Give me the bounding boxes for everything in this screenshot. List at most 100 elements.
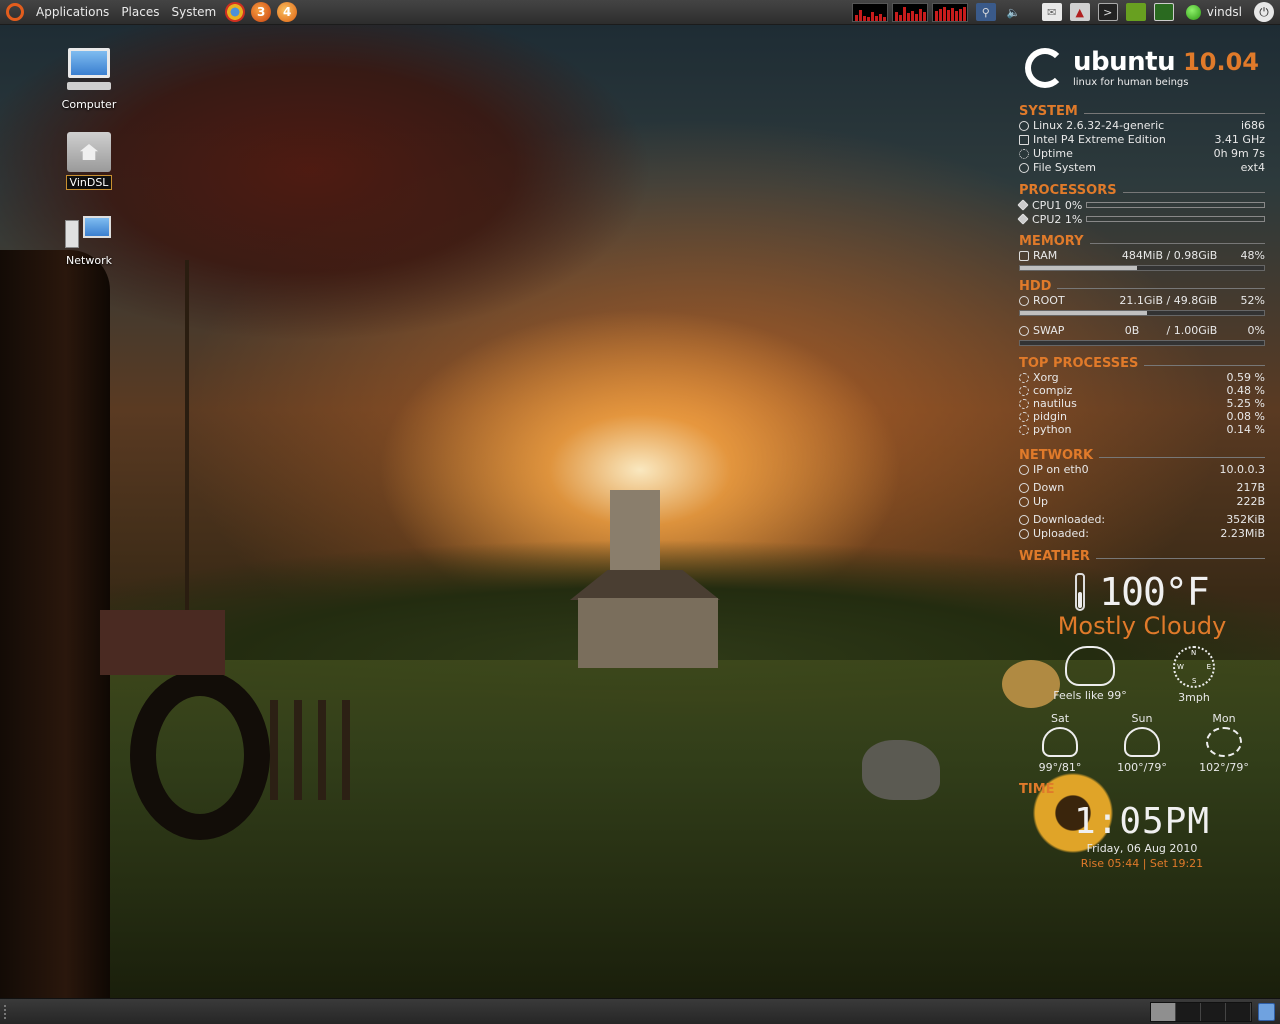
weather-now: Feels like 99° N E S W 3mph <box>1019 646 1265 704</box>
rain-cloud-icon <box>1124 727 1160 757</box>
rain-cloud-icon <box>1042 727 1078 757</box>
weather-condition: Mostly Cloudy <box>1057 612 1227 640</box>
network-row: Uploaded: 2.23MiB <box>1019 527 1265 541</box>
user-status-icon[interactable] <box>1185 4 1201 20</box>
temperature: 100°F <box>1099 570 1209 614</box>
firefox-4-icon[interactable]: 4 <box>277 2 298 22</box>
network-row: IP on eth0 10.0.0.3 <box>1019 463 1265 477</box>
disk-icon <box>1019 326 1029 336</box>
terminal-icon[interactable]: > <box>1097 3 1118 21</box>
section-network: NETWORK <box>1019 448 1265 463</box>
system-tray: ⚲ 🔈 ✉ ▲ > vindsl ⏻ <box>851 0 1280 25</box>
upload-icon <box>1019 529 1029 539</box>
spinner-icon <box>1019 385 1029 396</box>
section-time: TIME <box>1019 782 1055 797</box>
top-panel: Applications Places System 3 4 ⚲ 🔈 ✉ ▲ >… <box>0 0 1280 25</box>
process-row: Xorg 0.59 % <box>1019 371 1265 384</box>
menu-places[interactable]: Places <box>115 5 165 19</box>
system-row: File System ext4 <box>1019 161 1265 175</box>
cpu1-bar <box>1086 202 1265 208</box>
nvidia-icon[interactable] <box>1125 3 1146 21</box>
clock: 1:05PM <box>1073 801 1211 842</box>
desktop-icon-computer[interactable]: Computer <box>44 46 134 111</box>
plus-circle-icon <box>1019 465 1029 475</box>
chart-app-icon[interactable]: ▲ <box>1069 3 1090 21</box>
logo-tagline: linux for human beings <box>1073 76 1189 88</box>
weather-temp: 100°F <box>1019 570 1265 614</box>
workspace-switcher[interactable] <box>1150 1002 1252 1022</box>
feels-like: Feels like 99° <box>1050 646 1130 704</box>
asterisk-icon <box>1019 149 1029 159</box>
network-row: Downloaded: 352KiB <box>1019 513 1265 527</box>
swap-bar <box>1019 340 1265 346</box>
spinner-icon <box>1019 398 1029 409</box>
root-bar <box>1019 310 1265 316</box>
section-processors: PROCESSORS <box>1019 183 1265 198</box>
cloud-icon <box>1065 646 1115 686</box>
system-row: Uptime 0h 9m 7s <box>1019 147 1265 161</box>
logo-version: 10.04 <box>1183 47 1260 76</box>
trash-icon[interactable] <box>1258 1003 1275 1021</box>
down-arrow-icon <box>1019 483 1029 493</box>
desktop-icon-label: VinDSL <box>65 175 113 190</box>
chrome-icon[interactable] <box>225 2 246 22</box>
tree-trunk <box>0 250 110 1000</box>
cpu-row: CPU1 0% <box>1017 198 1265 212</box>
cpu-graph-1[interactable] <box>851 2 888 22</box>
menu-applications[interactable]: Applications <box>30 5 115 19</box>
power-icon[interactable]: ⏻ <box>1254 2 1274 22</box>
up-arrow-icon <box>1019 497 1029 507</box>
workspace-2[interactable] <box>1176 1003 1201 1021</box>
desktop-icon-label: Network <box>66 254 112 267</box>
home-folder-icon <box>67 132 111 172</box>
wind: N E S W 3mph <box>1154 646 1234 704</box>
mail-icon[interactable]: ✉ <box>1041 3 1062 21</box>
cpu-graph-2[interactable] <box>891 2 928 22</box>
section-memory: MEMORY <box>1019 234 1265 249</box>
hdd-row: ROOT 21.1GiB / 49.8GiB 52% <box>1019 294 1265 308</box>
forecast-day: Sun 100°/79° <box>1117 712 1167 774</box>
ubuntu-menu-icon[interactable] <box>6 3 24 21</box>
system-monitor-icon[interactable] <box>1153 3 1174 21</box>
workspace-4[interactable] <box>1226 1003 1251 1021</box>
network-row: Down 217B <box>1019 481 1265 495</box>
ram-icon <box>1019 251 1029 261</box>
memory-bar <box>1019 265 1265 271</box>
barn <box>100 610 225 675</box>
workspace-1[interactable] <box>1151 1003 1176 1021</box>
workspace-3[interactable] <box>1201 1003 1226 1021</box>
hdd-row: SWAP 0B / 1.00GiB 0% <box>1019 324 1265 338</box>
ubuntu-logo: ubuntu 10.04 linux for human beings <box>1025 40 1265 96</box>
section-hdd: HDD <box>1019 279 1265 294</box>
firefox-3-icon[interactable]: 3 <box>251 2 272 22</box>
volume-icon[interactable]: 🔈 <box>1004 3 1024 21</box>
spinner-icon <box>1019 372 1029 383</box>
thermometer-icon <box>1075 573 1086 611</box>
process-row: compiz 0.48 % <box>1019 384 1265 397</box>
desktop-icon-home[interactable]: VinDSL <box>44 132 134 190</box>
process-row: nautilus 5.25 % <box>1019 397 1265 410</box>
ubuntu-circle-icon <box>1025 48 1065 88</box>
section-system: SYSTEM <box>1019 104 1265 119</box>
desktop-icon-network[interactable]: Network <box>44 216 134 267</box>
menu-system[interactable]: System <box>165 5 222 19</box>
rock <box>862 740 940 800</box>
computer-icon <box>65 46 113 94</box>
church <box>570 490 720 670</box>
section-top-processes: TOP PROCESSES <box>1019 356 1265 371</box>
system-row: Intel P4 Extreme Edition 3.41 GHz <box>1019 133 1265 147</box>
section-weather: WEATHER <box>1019 549 1265 564</box>
spinner-icon <box>1019 411 1029 422</box>
diamond-icon <box>1017 199 1029 211</box>
forecast-day: Mon 102°/79° <box>1199 712 1249 774</box>
desktop-icon-label: Computer <box>61 98 117 111</box>
magnifier-icon[interactable]: ⚲ <box>975 3 996 21</box>
show-desktop-handle[interactable] <box>4 1005 14 1019</box>
date: Friday, 06 Aug 2010 <box>1086 842 1198 855</box>
compass-icon: N E S W <box>1173 646 1215 688</box>
network-row: Up 222B <box>1019 495 1265 509</box>
user-name[interactable]: vindsl <box>1207 5 1242 19</box>
cpu-graph-3[interactable] <box>931 2 968 22</box>
refresh-icon <box>1019 163 1029 173</box>
logo-word: ubuntu <box>1073 46 1176 77</box>
